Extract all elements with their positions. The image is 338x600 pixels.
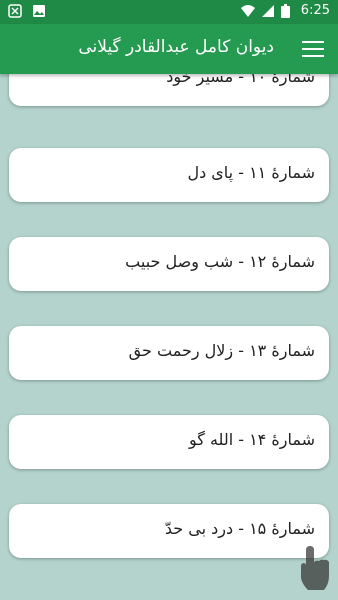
list-item[interactable]: شمارهٔ ۱۵ - درد بی حدّ [9,504,329,558]
list-item[interactable]: شمارهٔ ۱۱ - پای دل [9,148,329,202]
status-time: 6:25 [300,3,330,18]
hamburger-menu-icon[interactable] [302,41,324,57]
list-item-label: شمارهٔ ۱۵ - درد بی حدّ [164,519,315,538]
list-item[interactable]: شمارهٔ ۱۰ - مسیر خود [9,74,329,106]
app-title: دیوان کامل عبدالقادر گیلانی [78,37,274,57]
poem-list[interactable]: شمارهٔ ۱۰ - مسیر خود شمارهٔ ۱۱ - پای دل … [0,74,338,600]
wifi-icon [240,4,255,18]
battery-icon [280,3,295,18]
close-box-icon [8,4,22,18]
image-icon [32,4,46,18]
list-item[interactable]: شمارهٔ ۱۴ - الله گو [9,415,329,469]
list-item-label: شمارهٔ ۱۳ - زلال رحمت حق [128,341,315,360]
status-bar: 6:25 [0,0,338,24]
list-item[interactable]: شمارهٔ ۱۳ - زلال رحمت حق [9,326,329,380]
list-item-label: شمارهٔ ۱۴ - الله گو [188,430,315,449]
list-item[interactable]: شمارهٔ ۱۲ - شب وصل حبیب [9,237,329,291]
list-item-label: شمارهٔ ۱۲ - شب وصل حبیب [125,252,315,271]
list-item-label: شمارهٔ ۱۱ - پای دل [187,163,315,182]
list-item-label: شمارهٔ ۱۰ - مسیر خود [166,74,315,86]
app-bar: دیوان کامل عبدالقادر گیلانی [0,24,338,74]
scroll-hand-icon [296,544,332,592]
signal-icon [261,4,275,18]
